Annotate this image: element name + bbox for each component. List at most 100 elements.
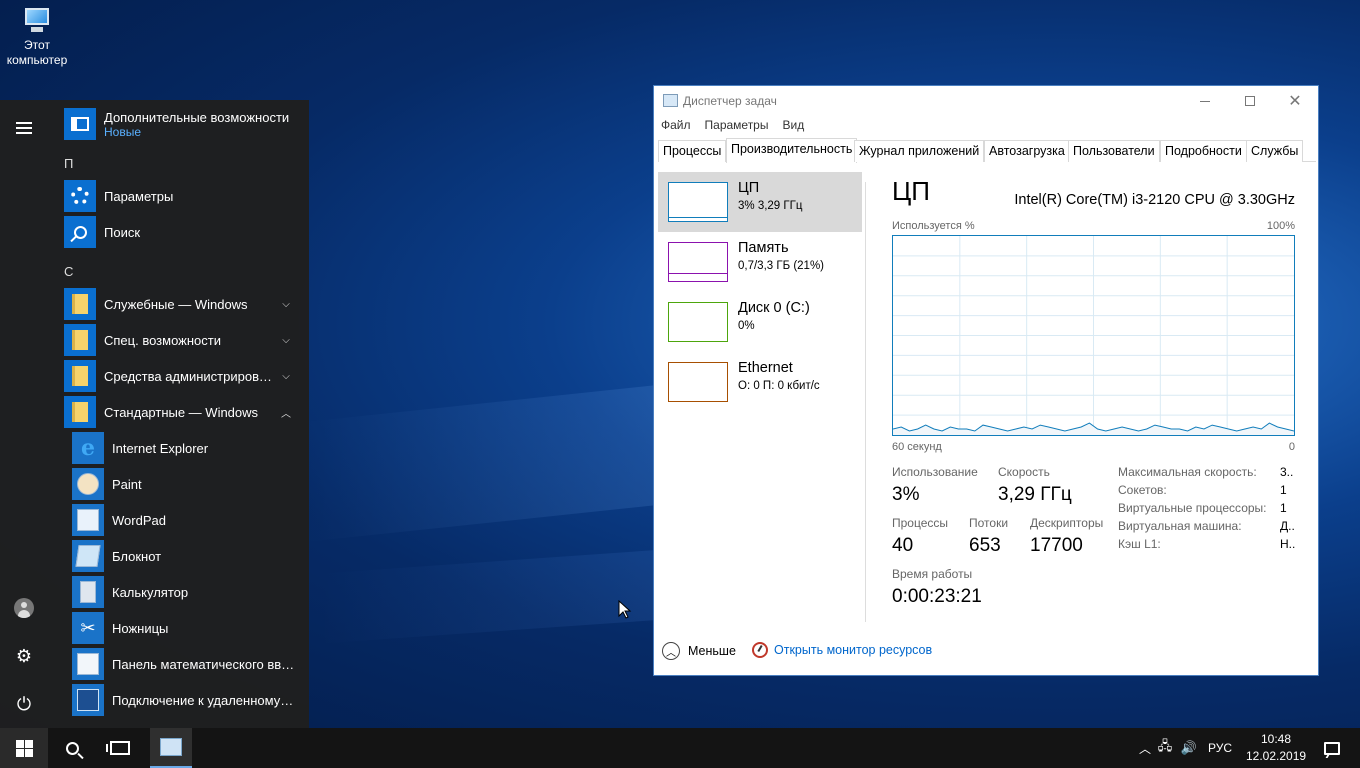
handles-label: Дескрипторы [1030,516,1104,530]
usage-value: 3% [892,484,920,505]
folder-system-tools[interactable]: Служебные — Windows ⌵ [56,286,296,322]
resource-detail: 0% [738,320,755,332]
spec-label: Максимальная скорость: [1118,465,1257,479]
action-center-button[interactable] [1312,728,1352,768]
app-label: Панель математического ввода [112,656,296,672]
spec-label: Кэш L1: [1118,537,1161,551]
maximize-button[interactable] [1227,86,1273,116]
app-notepad[interactable]: Блокнот [56,538,296,574]
resource-disk[interactable]: Диск 0 (C:) 0% [658,292,862,352]
start-button[interactable] [0,728,48,768]
app-label: Параметры [104,188,174,204]
desktop-icon-label-line1: Этот [24,38,50,52]
app-label: Блокнот [112,548,162,564]
letter-header-s[interactable]: С [64,264,73,279]
folder-accessories[interactable]: Стандартные — Windows ︿ [56,394,296,430]
spec-value: Н.. [1280,537,1296,551]
volume-icon[interactable]: 🔊 [1178,740,1200,756]
app-paint[interactable]: Paint [56,466,296,502]
disk-thumbnail [668,302,728,342]
threads-value: 653 [969,535,1001,556]
resource-name: Память [738,240,789,256]
uptime-value: 0:00:23:21 [892,586,982,607]
gear-icon: ⚙ [15,645,33,667]
menu-view[interactable]: Вид [775,116,811,136]
clock[interactable]: 10:48 12.02.2019 [1246,731,1306,765]
internet-explorer-icon: e [72,432,104,464]
task-manager-icon [160,738,182,756]
title-bar[interactable]: Диспетчер задач ✕ [654,86,1318,116]
app-label: Internet Explorer [112,440,209,456]
tab-services[interactable]: Службы [1246,140,1304,162]
clock-date: 12.02.2019 [1246,749,1307,763]
tab-users[interactable]: Пользователи [1068,140,1160,162]
open-resource-monitor-link[interactable]: Открыть монитор ресурсов [752,642,932,658]
app-math-input-panel[interactable]: Панель математического ввода [56,646,296,682]
pane-divider[interactable] [865,182,866,622]
taskbar-task-manager[interactable] [150,728,192,768]
app-accessibility-extras[interactable]: Дополнительные возможности Новые [56,106,296,142]
close-button[interactable]: ✕ [1272,86,1318,116]
close-icon: ✕ [1288,93,1302,110]
taskbar: ︿ 🖧 🔊 РУС 10:48 12.02.2019 [0,728,1360,768]
task-view-button[interactable] [96,728,144,768]
app-label: Служебные — Windows [104,296,248,312]
tab-details[interactable]: Подробности [1160,140,1247,162]
network-icon[interactable]: 🖧 [1152,737,1178,759]
app-label: Калькулятор [112,584,189,600]
task-view-icon [106,741,130,755]
ethernet-thumbnail [668,362,728,402]
expand-menu-button[interactable] [0,108,48,148]
letter-header-p[interactable]: П [64,156,73,171]
resource-ethernet[interactable]: Ethernet О: 0 П: 0 кбит/с [658,352,862,412]
resource-name: ЦП [738,180,760,196]
app-calculator[interactable]: Калькулятор [56,574,296,610]
tab-startup[interactable]: Автозагрузка [984,140,1070,162]
app-search[interactable]: Поиск [56,214,296,250]
folder-accessibility[interactable]: Спец. возможности ⌵ [56,322,296,358]
app-remote-desktop[interactable]: Подключение к удаленному ра... [56,682,296,718]
notepad-icon [72,540,104,572]
app-settings[interactable]: Параметры [56,178,296,214]
fewer-details-button[interactable]: ︿ Меньше [662,642,736,660]
computer-icon [22,8,52,34]
speed-label: Скорость [998,465,1050,479]
app-internet-explorer[interactable]: e Internet Explorer [56,430,296,466]
settings-button[interactable]: ⚙ [0,636,48,676]
tab-performance[interactable]: Производительность [726,138,858,163]
show-hidden-icons-chevron-icon[interactable]: ︿ [1138,740,1152,757]
tab-processes[interactable]: Процессы [658,140,727,162]
account-button[interactable] [0,588,48,628]
fewer-details-label: Меньше [688,644,736,658]
resource-detail: 3% 3,29 ГГц [738,200,803,212]
minimize-icon [1200,100,1210,102]
menu-options[interactable]: Параметры [698,116,776,136]
menu-file[interactable]: Файл [654,116,698,136]
start-rail: ⚙ ⏻ [0,100,48,728]
search-button[interactable] [48,728,96,768]
folder-icon [64,360,96,392]
resource-cpu[interactable]: ЦП 3% 3,29 ГГц [658,172,862,232]
tab-app-history[interactable]: Журнал приложений [854,140,985,162]
power-button[interactable]: ⏻ [0,684,48,724]
folder-admin-tools[interactable]: Средства администрировани... ⌵ [56,358,296,394]
input-language[interactable]: РУС [1200,741,1232,755]
app-wordpad[interactable]: WordPad [56,502,296,538]
app-label: Ножницы [112,620,169,636]
paint-palette-icon [72,468,104,500]
resource-monitor-icon [752,642,768,658]
app-snipping-tool[interactable]: ✂ Ножницы [56,610,296,646]
graph-x-end-label: 0 [1288,441,1295,453]
app-label: Дополнительные возможности [104,109,290,125]
minimize-button[interactable] [1182,86,1228,116]
app-label: Подключение к удаленному ра... [112,692,296,708]
power-icon: ⏻ [16,693,32,715]
handles-value: 17700 [1030,535,1083,556]
desktop-icon-this-pc[interactable]: Этот компьютер [4,6,70,68]
scissors-icon: ✂ [72,612,104,644]
app-label: WordPad [112,512,166,528]
resource-memory[interactable]: Память 0,7/3,3 ГБ (21%) [658,232,862,292]
graph-y-label: Используется % [892,220,975,232]
usage-label: Использование [892,465,978,479]
windows-logo-icon [15,739,33,757]
